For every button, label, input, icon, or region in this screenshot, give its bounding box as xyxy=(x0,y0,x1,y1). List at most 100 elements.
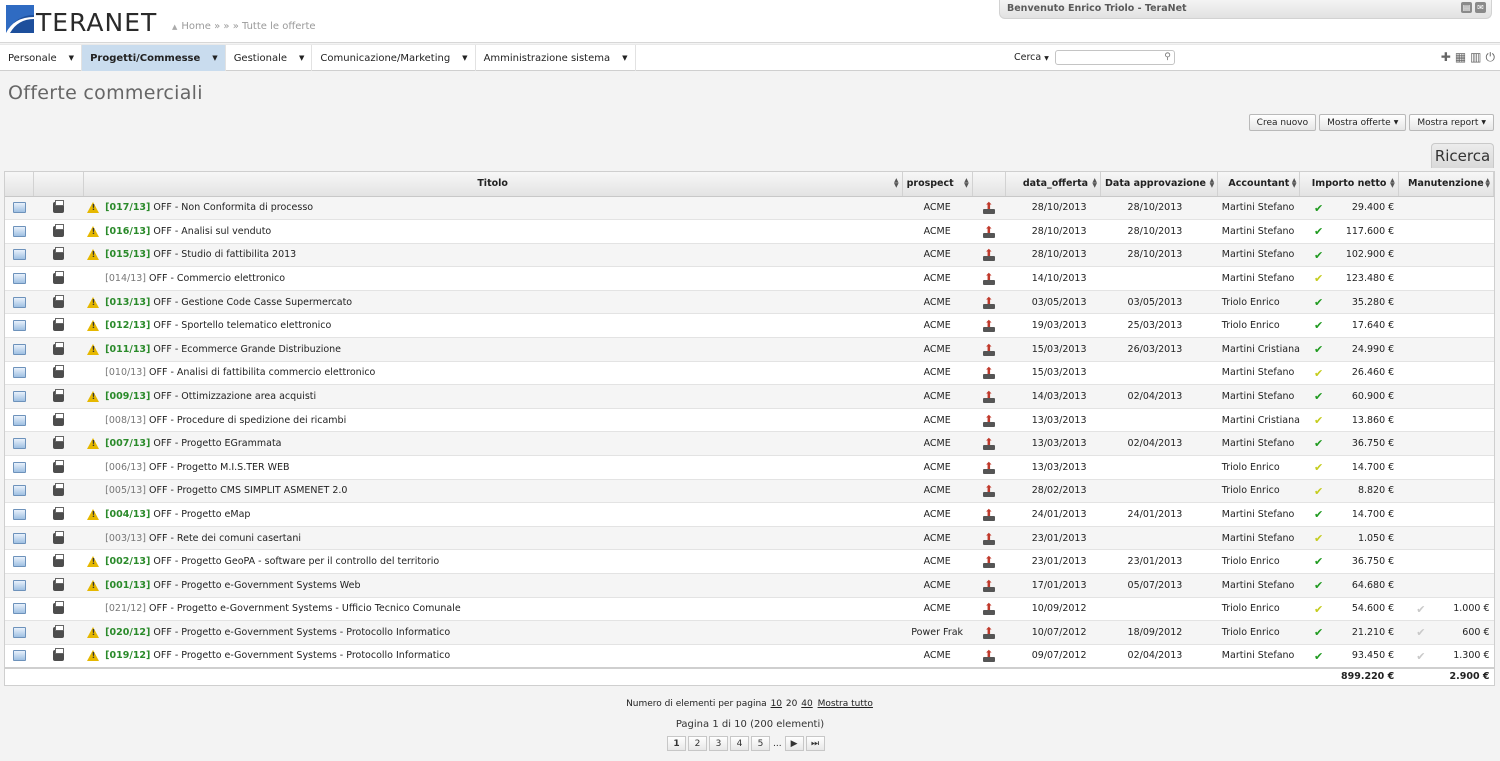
upload-icon[interactable]: ⬆ xyxy=(982,602,996,616)
page-1-button[interactable]: 1 xyxy=(667,736,686,751)
offer-title[interactable]: OFF - Ottimizzazione area acquisti xyxy=(153,391,316,402)
search-icon[interactable]: ⚲ xyxy=(1164,52,1171,62)
page-2-button[interactable]: 2 xyxy=(688,736,707,751)
print-icon[interactable] xyxy=(52,601,64,615)
print-icon[interactable] xyxy=(52,483,64,497)
upload-icon[interactable]: ⬆ xyxy=(982,461,996,474)
table-row[interactable]: [012/13] OFF - Sportello telematico elet… xyxy=(5,313,1494,339)
teranet-logo[interactable]: TERANET xyxy=(6,5,162,37)
offer-code[interactable]: [002/13] xyxy=(105,556,150,567)
profile-icon[interactable]: ▤ xyxy=(1461,2,1472,13)
edit-icon[interactable] xyxy=(12,556,26,568)
search-dropdown[interactable]: Cerca ▼ xyxy=(1014,52,1049,63)
print-icon[interactable] xyxy=(52,341,64,355)
edit-icon[interactable] xyxy=(12,202,26,214)
table-row[interactable]: [017/13] OFF - Non Conformita di process… xyxy=(5,196,1494,221)
upload-icon[interactable]: ⬆ xyxy=(982,626,996,639)
upload-icon[interactable]: ⬆ xyxy=(982,532,996,545)
print-icon[interactable] xyxy=(52,365,64,379)
page-5-button[interactable]: 5 xyxy=(751,736,770,751)
offer-code[interactable]: [017/13] xyxy=(105,202,150,213)
menu-item-0[interactable]: Personale ▼ xyxy=(0,45,83,71)
edit-icon[interactable] xyxy=(12,603,26,615)
offer-title[interactable]: OFF - Ecommerce Grande Distribuzione xyxy=(153,344,341,355)
offer-title[interactable]: OFF - Progetto e-Government Systems - Pr… xyxy=(153,627,450,638)
show-reports-button[interactable]: Mostra report ▼ xyxy=(1409,114,1494,131)
menu-item-3[interactable]: Comunicazione/Marketing ▼ xyxy=(312,45,476,71)
table-row[interactable]: [015/13] OFF - Studio di fattibilita 201… xyxy=(5,243,1494,268)
edit-icon[interactable] xyxy=(12,273,26,285)
offer-code[interactable]: [021/12] xyxy=(105,603,146,614)
offer-code[interactable]: [007/13] xyxy=(105,438,150,449)
print-icon[interactable] xyxy=(52,294,64,308)
print-icon[interactable] xyxy=(52,507,64,521)
table-row[interactable]: [009/13] OFF - Ottimizzazione area acqui… xyxy=(5,384,1494,409)
table-row[interactable]: [013/13] OFF - Gestione Code Casse Super… xyxy=(5,290,1494,315)
search-tab[interactable]: Ricerca xyxy=(1431,143,1494,168)
offer-code[interactable]: [011/13] xyxy=(105,344,150,355)
upload-icon[interactable]: ⬆ xyxy=(982,319,996,333)
menu-item-4[interactable]: Amministrazione sistema ▼ xyxy=(476,45,636,71)
edit-icon[interactable] xyxy=(12,532,26,544)
print-icon[interactable] xyxy=(52,624,64,638)
table-row[interactable]: [007/13] OFF - Progetto EGrammataACME⬆13… xyxy=(5,431,1494,457)
print-icon[interactable] xyxy=(52,271,64,285)
offer-code[interactable]: [020/12] xyxy=(105,627,150,638)
offer-code[interactable]: [010/13] xyxy=(105,367,146,378)
sort-icon[interactable]: ▲ ▼ xyxy=(894,178,899,189)
offer-code[interactable]: [012/13] xyxy=(105,320,150,331)
edit-icon[interactable] xyxy=(12,249,26,261)
upload-icon[interactable]: ⬆ xyxy=(982,484,996,498)
offer-title[interactable]: OFF - Commercio elettronico xyxy=(149,273,285,284)
edit-icon[interactable] xyxy=(12,461,26,473)
breadcrumb-text[interactable]: Home » » » Tutte le offerte xyxy=(181,21,315,32)
edit-icon[interactable] xyxy=(12,320,26,332)
offer-code[interactable]: [001/13] xyxy=(105,580,150,591)
upload-icon[interactable]: ⬆ xyxy=(982,555,996,569)
next-page-button[interactable]: ▶ xyxy=(784,736,804,751)
print-icon[interactable] xyxy=(52,554,64,568)
table-row[interactable]: [006/13] OFF - Progetto M.I.S.TER WEB ACM… xyxy=(5,455,1494,480)
edit-icon[interactable] xyxy=(12,367,26,379)
table-row[interactable]: [020/12] OFF - Progetto e-Government Sys… xyxy=(5,620,1494,645)
table-row[interactable]: [016/13] OFF - Analisi sul vendutoACME⬆2… xyxy=(5,219,1494,244)
sort-icon[interactable]: ▲ ▼ xyxy=(1210,178,1215,189)
upload-icon[interactable]: ⬆ xyxy=(982,296,996,309)
upload-icon[interactable]: ⬆ xyxy=(982,248,996,262)
print-icon[interactable] xyxy=(52,318,64,332)
offer-title[interactable]: OFF - Progetto e-Government Systems - Uf… xyxy=(149,603,461,614)
print-icon[interactable] xyxy=(52,200,64,214)
table-row[interactable]: [002/13] OFF - Progetto GeoPA - software… xyxy=(5,549,1494,574)
offer-title[interactable]: OFF - Progetto eMap xyxy=(153,509,250,520)
print-icon[interactable] xyxy=(52,577,64,591)
offer-code[interactable]: [008/13] xyxy=(105,415,146,426)
offer-title[interactable]: OFF - Non Conformita di processo xyxy=(153,202,313,213)
offer-title[interactable]: OFF - Procedure di spedizione dei ricamb… xyxy=(149,415,346,426)
table-row[interactable]: [003/13] OFF - Rete dei comuni casertani… xyxy=(5,526,1494,551)
upload-icon[interactable]: ⬆ xyxy=(982,579,996,592)
print-icon[interactable] xyxy=(52,389,64,403)
page-3-button[interactable]: 3 xyxy=(709,736,728,751)
header-data-offerta[interactable]: data_offerta ▲ ▼ xyxy=(1005,172,1102,197)
upload-icon[interactable]: ⬆ xyxy=(982,201,996,215)
print-icon[interactable] xyxy=(52,436,64,450)
offer-code[interactable]: [004/13] xyxy=(105,509,150,520)
offer-code[interactable]: [009/13] xyxy=(105,391,150,402)
offer-code[interactable]: [016/13] xyxy=(105,226,150,237)
upload-icon[interactable]: ⬆ xyxy=(982,225,996,238)
header-accountant[interactable]: Accountant ▲ ▼ xyxy=(1217,172,1301,197)
edit-icon[interactable] xyxy=(12,225,26,237)
table-row[interactable]: [021/12] OFF - Progetto e-Government Sys… xyxy=(5,597,1494,622)
offer-code[interactable]: [019/12] xyxy=(105,650,150,661)
upload-icon[interactable]: ⬆ xyxy=(982,649,996,663)
table-row[interactable]: [019/12] OFF - Progetto e-Government Sys… xyxy=(5,644,1494,669)
messages-icon[interactable]: ✉ xyxy=(1475,2,1486,13)
sort-icon[interactable]: ▲ ▼ xyxy=(1390,178,1395,189)
upload-icon[interactable]: ⬆ xyxy=(982,390,996,404)
print-icon[interactable] xyxy=(52,412,64,426)
table-row[interactable]: [010/13] OFF - Analisi di fattibilita co… xyxy=(5,361,1494,386)
sort-icon[interactable]: ▲ ▼ xyxy=(1485,178,1490,189)
show-all-link[interactable]: Mostra tutto xyxy=(818,699,873,709)
header-data-approvazione[interactable]: Data approvazione ▲ ▼ xyxy=(1100,172,1219,197)
offer-code[interactable]: [005/13] xyxy=(105,485,146,496)
